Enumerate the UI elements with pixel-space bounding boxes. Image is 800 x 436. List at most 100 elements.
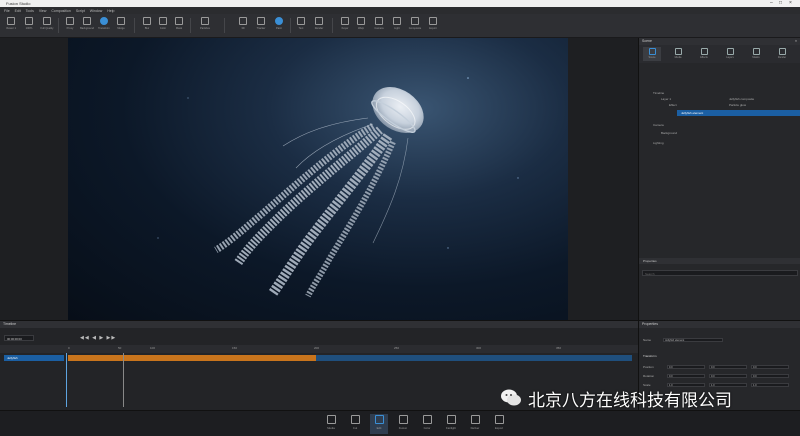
export-button[interactable]: Export [426, 17, 440, 35]
media-icon [674, 48, 682, 55]
3d-icon [239, 17, 247, 25]
minimize-icon[interactable]: – [770, 0, 773, 7]
tab-media[interactable]: Media [669, 47, 687, 61]
menu-edit[interactable]: Edit [15, 9, 21, 13]
menu-file[interactable]: File [4, 9, 10, 13]
layer-track-label[interactable]: Jellyfish [4, 355, 64, 361]
timeline-header: Timeline [0, 321, 638, 328]
background-button[interactable]: Background [80, 17, 94, 35]
scene-panel: Scene × Scene Media Effects Layers Masks… [638, 38, 800, 320]
menu-composition[interactable]: Composition [51, 9, 70, 13]
tree-row[interactable]: Effect Particle glow [639, 102, 800, 108]
merge-icon [117, 17, 125, 25]
zoom-button[interactable]: 100% [22, 17, 36, 35]
page-fusion[interactable]: Fusion [394, 414, 412, 434]
wechat-icon [501, 389, 521, 406]
rotation-x-field[interactable]: 0.0 [667, 374, 705, 378]
render-button[interactable]: Render [312, 17, 326, 35]
toolbar-divider [190, 18, 191, 33]
watermark-text: 北京八方在线科技有限公司 [528, 390, 732, 411]
warp-button[interactable]: Warp [354, 17, 368, 35]
tracker-icon [257, 17, 265, 25]
toolbar-divider [224, 18, 225, 33]
transform-icon [100, 17, 108, 25]
menu-window[interactable]: Window [90, 9, 102, 13]
mask-button[interactable]: Mask [172, 17, 186, 35]
3d-button[interactable]: 3D [236, 17, 250, 35]
scene-search-input[interactable]: Search [642, 270, 798, 276]
toolbar-divider [58, 18, 59, 33]
tab-render[interactable]: Render [773, 47, 791, 61]
light-button[interactable]: Light [390, 17, 404, 35]
tree-row[interactable]: Camera [639, 122, 800, 128]
export-icon [429, 17, 437, 25]
timeline-ruler[interactable]: 0 50 100 150 200 250 300 350 [0, 345, 638, 353]
tab-scene[interactable]: Scene [643, 47, 661, 61]
viewer-button[interactable]: Viewer 1 [4, 17, 18, 35]
scene-panel-title: Scene [642, 39, 652, 43]
window-title: Fusion Studio [6, 1, 31, 6]
composite-button[interactable]: Composite [408, 17, 422, 35]
text-button[interactable]: Text [294, 17, 308, 35]
page-color[interactable]: Color [418, 414, 436, 434]
playhead[interactable] [66, 353, 67, 407]
color-button[interactable]: Color [156, 17, 170, 35]
rotation-y-field[interactable]: 0.0 [709, 374, 747, 378]
tree-row-selected[interactable]: Jellyfish element [677, 110, 800, 116]
position-y-field[interactable]: 0.0 [709, 365, 747, 369]
transform-button[interactable]: Transform [97, 17, 111, 35]
scene-footer-bar: Properties [639, 258, 800, 264]
menu-tools[interactable]: Tools [26, 9, 34, 13]
tracker-button[interactable]: Tracker [254, 17, 268, 35]
background-icon [83, 17, 91, 25]
transport-controls[interactable]: ◀◀ ◀ ▶ ▶▶ [80, 335, 116, 341]
properties-header: Properties [639, 321, 800, 328]
page-cut[interactable]: Cut [346, 414, 364, 434]
marker-line[interactable] [123, 353, 124, 407]
camera-button[interactable]: Camera [372, 17, 386, 35]
menu-script[interactable]: Script [76, 9, 85, 13]
name-field[interactable]: Jellyfish element [663, 338, 723, 342]
tab-effects[interactable]: Effects [695, 47, 713, 61]
proxy-button[interactable]: Proxy [63, 17, 77, 35]
page-export[interactable]: Export [490, 414, 508, 434]
quality-button[interactable]: Full Quality [40, 17, 54, 35]
merge-button[interactable]: Merge [114, 17, 128, 35]
scale-z-field[interactable]: 1.0 [751, 383, 789, 387]
toolbar-divider [290, 18, 291, 33]
particles-button[interactable]: Particles [198, 17, 212, 35]
timecode-field[interactable]: 00:00:00:00 [4, 335, 34, 341]
image-viewer[interactable] [68, 38, 568, 320]
position-z-field[interactable]: 0.0 [751, 365, 789, 369]
menu-help[interactable]: Help [107, 9, 114, 13]
orange-clip[interactable] [68, 355, 316, 361]
menu-view[interactable]: View [39, 9, 47, 13]
rotation-label: Rotation [643, 374, 655, 378]
edit-icon [374, 415, 384, 424]
page-switcher: Media Cut Edit Fusion Color Fairlight De… [0, 410, 800, 436]
maximize-icon[interactable]: □ [779, 0, 782, 7]
blue-clip[interactable] [316, 355, 632, 361]
panel-close-icon[interactable]: × [795, 38, 797, 45]
tab-masks[interactable]: Masks [747, 47, 765, 61]
warp-icon [357, 17, 365, 25]
blur-button[interactable]: Blur [140, 17, 154, 35]
paint-button[interactable]: Paint [272, 17, 286, 35]
page-media[interactable]: Media [322, 414, 340, 434]
tab-layers[interactable]: Layers [721, 47, 739, 61]
light-icon [393, 17, 401, 25]
close-icon[interactable]: × [789, 0, 792, 7]
position-x-field[interactable]: 0.0 [667, 365, 705, 369]
tree-row[interactable]: Lighting [639, 140, 800, 146]
layers-icon [726, 48, 734, 55]
keyer-button[interactable]: Keyer [338, 17, 352, 35]
jellyfish-image [157, 77, 519, 298]
rotation-z-field[interactable]: 0.0 [751, 374, 789, 378]
tree-row[interactable]: Background [639, 130, 800, 136]
media-icon [326, 415, 336, 424]
page-edit[interactable]: Edit [370, 414, 388, 434]
page-deliver[interactable]: Deliver [466, 414, 484, 434]
properties-title: Properties [642, 322, 658, 326]
page-fairlight[interactable]: Fairlight [442, 414, 460, 434]
scene-panel-header: Scene × [639, 38, 800, 45]
